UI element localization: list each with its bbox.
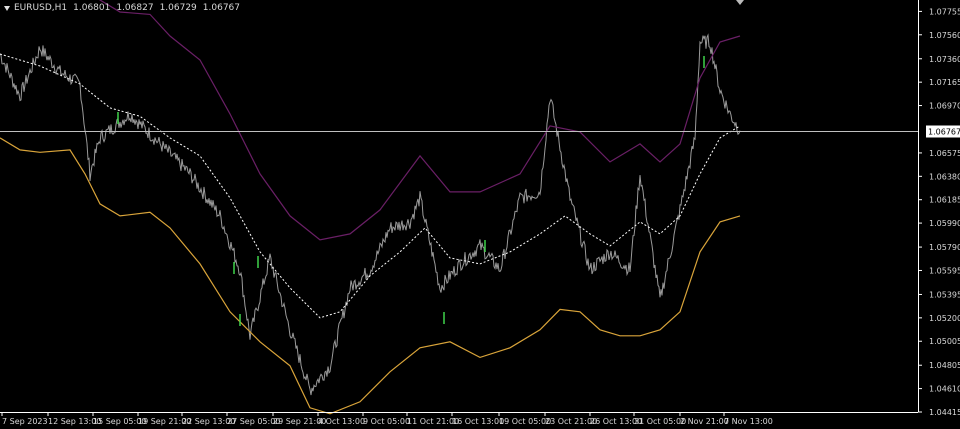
time-label: 31 Oct 05:00 <box>634 417 686 426</box>
price-label: 1.07755 <box>929 7 960 16</box>
series-price <box>0 33 741 396</box>
price-label: 1.06575 <box>929 149 960 158</box>
close-price: 1.06767 <box>202 3 240 13</box>
price-label: 1.04805 <box>929 361 960 370</box>
chart-shift-triangle-icon[interactable] <box>736 0 744 5</box>
series-middle-band <box>0 53 741 319</box>
price-label: 1.05595 <box>929 266 960 275</box>
time-label: 4 Oct 13:00 <box>318 417 365 426</box>
time-label: 9 Oct 05:00 <box>363 417 410 426</box>
chart-header: EURUSD,H1 1.06801 1.06827 1.06729 1.0676… <box>4 3 240 13</box>
open-price: 1.06801 <box>73 3 111 13</box>
current-price-label: 1.06767 <box>928 128 960 137</box>
price-label: 1.05990 <box>929 219 960 228</box>
price-label: 1.07360 <box>929 55 960 64</box>
collapse-triangle-icon[interactable] <box>4 5 10 11</box>
price-label: 1.05790 <box>929 243 960 252</box>
price-label: 1.05395 <box>929 290 960 299</box>
price-label: 1.06185 <box>929 196 960 205</box>
high-price: 1.06827 <box>116 3 154 13</box>
low-price: 1.06729 <box>159 3 197 13</box>
time-label: 7 Nov 13:00 <box>724 417 773 426</box>
price-label: 1.06380 <box>929 172 960 181</box>
price-label: 1.07165 <box>929 78 960 87</box>
price-label: 1.05005 <box>929 337 960 346</box>
time-label: 2 Nov 21:00 <box>680 417 729 426</box>
price-label: 1.04610 <box>929 385 960 394</box>
price-label: 1.07560 <box>929 31 960 40</box>
time-label: 19 Oct 05:00 <box>499 417 551 426</box>
time-label: 16 Oct 13:00 <box>452 417 504 426</box>
symbol-timeframe: EURUSD,H1 <box>14 3 68 13</box>
price-label: 1.06970 <box>929 102 960 111</box>
time-label: 7 Sep 2023 <box>2 417 48 426</box>
series-upper-band <box>99 0 741 241</box>
price-label: 1.04415 <box>929 408 960 417</box>
price-chart[interactable]: 1.07755 1.07560 1.07360 1.07165 1.06970 1.065… <box>0 0 960 429</box>
chart-window[interactable]: 1.07755 1.07560 1.07360 1.07165 1.06970 1.065… <box>0 0 960 429</box>
price-label: 1.05200 <box>929 314 960 323</box>
